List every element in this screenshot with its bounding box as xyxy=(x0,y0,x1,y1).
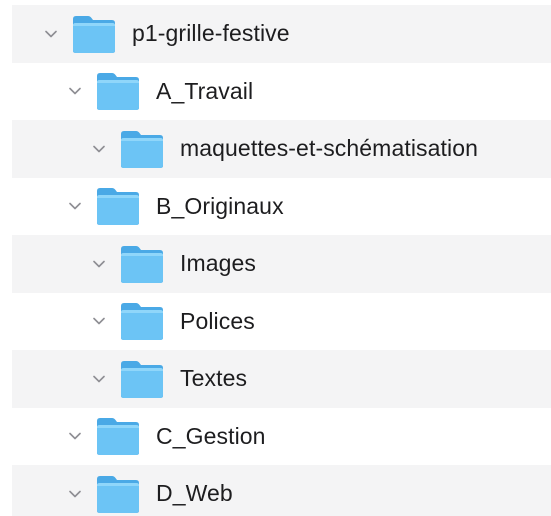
tree-row-label: maquettes-et-schématisation xyxy=(180,135,479,162)
tree-row-polices[interactable]: Polices xyxy=(12,293,551,351)
folder-icon xyxy=(121,245,163,283)
chevron-down-icon[interactable] xyxy=(68,429,82,443)
chevron-down-icon[interactable] xyxy=(92,257,106,271)
tree-row-p1-grille-festive[interactable]: p1-grille-festive xyxy=(12,5,551,63)
tree-row-label: Images xyxy=(180,250,257,277)
chevron-down-icon[interactable] xyxy=(68,199,82,213)
folder-icon xyxy=(97,418,139,456)
tree-row-textes[interactable]: Textes xyxy=(12,350,551,408)
tree-row-images[interactable]: Images xyxy=(12,235,551,293)
folder-icon xyxy=(97,475,139,513)
chevron-down-icon[interactable] xyxy=(68,487,82,501)
tree-row-label: C_Gestion xyxy=(156,422,266,449)
chevron-down-icon[interactable] xyxy=(92,372,106,386)
folder-icon xyxy=(97,73,139,111)
folder-icon xyxy=(73,15,115,53)
tree-row-label: A_Travail xyxy=(156,77,254,104)
tree-row-label: D_Web xyxy=(156,480,233,507)
tree-row-a-travail[interactable]: A_Travail xyxy=(12,63,551,121)
tree-row-maquettes-et-schematisation[interactable]: maquettes-et-schématisation xyxy=(12,120,551,178)
chevron-down-icon[interactable] xyxy=(92,314,106,328)
tree-row-label: p1-grille-festive xyxy=(132,20,290,47)
folder-icon xyxy=(121,303,163,341)
folder-icon xyxy=(97,188,139,226)
tree-row-d-web[interactable]: D_Web xyxy=(12,465,551,516)
chevron-down-icon[interactable] xyxy=(68,84,82,98)
tree-row-label: Polices xyxy=(180,307,255,334)
folder-icon xyxy=(121,130,163,168)
chevron-down-icon[interactable] xyxy=(92,142,106,156)
folder-icon xyxy=(121,360,163,398)
tree-row-c-gestion[interactable]: C_Gestion xyxy=(12,408,551,466)
tree-row-label: B_Originaux xyxy=(156,192,284,219)
tree-row-label: Textes xyxy=(180,365,248,392)
tree-row-b-originaux[interactable]: B_Originaux xyxy=(12,178,551,236)
folder-tree: p1-grille-festive A_Travail maquettes-et… xyxy=(0,0,551,516)
chevron-down-icon[interactable] xyxy=(44,27,58,41)
